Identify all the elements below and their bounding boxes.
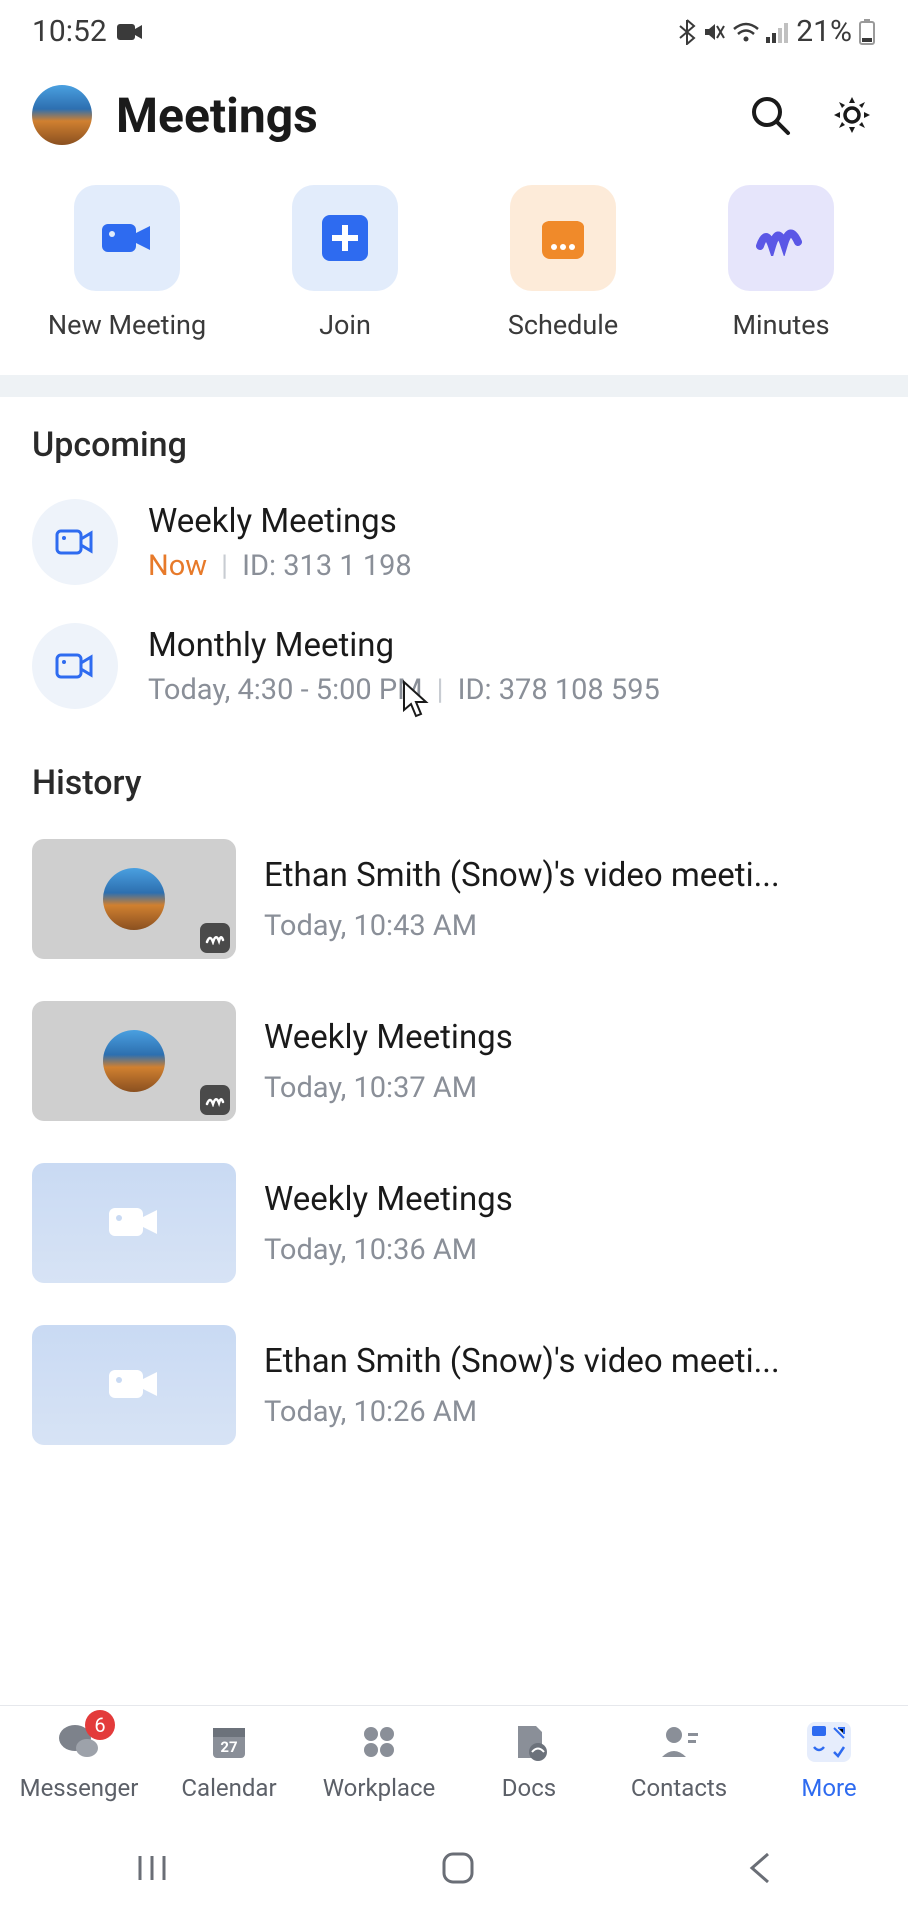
upcoming-section-title: Upcoming <box>0 397 908 487</box>
nav-label: Contacts <box>631 1774 727 1802</box>
history-title: Ethan Smith (Snow)'s video meeti... <box>264 856 876 895</box>
meeting-subtitle: Now | ID: 313 1 198 <box>148 549 412 583</box>
minutes-icon <box>728 185 834 291</box>
nav-label: Messenger <box>20 1774 139 1802</box>
more-apps-icon <box>807 1720 851 1764</box>
calendar-icon <box>510 185 616 291</box>
battery-text: 21% <box>796 14 852 49</box>
meeting-id: ID: 313 1 198 <box>242 549 412 583</box>
status-bar: 10:52 21% <box>0 0 908 57</box>
system-navigation <box>0 1820 908 1920</box>
wifi-icon <box>732 21 760 43</box>
video-camera-icon <box>105 1362 163 1408</box>
nav-calendar[interactable]: 27 Calendar <box>159 1720 299 1802</box>
minutes-badge-icon <box>200 923 230 953</box>
history-item[interactable]: Weekly Meetings Today, 10:36 AM <box>0 1149 908 1311</box>
history-time: Today, 10:37 AM <box>264 1071 876 1105</box>
status-left: 10:52 <box>32 14 143 49</box>
upcoming-text: Monthly Meeting Today, 4:30 - 5:00 PM | … <box>148 626 660 707</box>
minutes-badge-icon <box>200 1085 230 1115</box>
video-camera-outline-icon <box>32 623 118 709</box>
history-time: Today, 10:43 AM <box>264 909 876 943</box>
upcoming-meeting-item[interactable]: Weekly Meetings Now | ID: 313 1 198 <box>0 487 908 611</box>
history-item[interactable]: Ethan Smith (Snow)'s video meeti... Toda… <box>0 1311 908 1473</box>
nav-docs[interactable]: Docs <box>459 1720 599 1802</box>
section-divider <box>0 375 908 397</box>
grid-icon <box>357 1720 401 1764</box>
upcoming-meeting-item[interactable]: Monthly Meeting Today, 4:30 - 5:00 PM | … <box>0 611 908 735</box>
thumbnail-avatar <box>103 868 165 930</box>
nav-messenger[interactable]: 6 Messenger <box>9 1720 149 1802</box>
history-section-title: History <box>0 735 908 825</box>
notification-badge: 6 <box>85 1710 115 1740</box>
nav-more[interactable]: More <box>759 1720 899 1802</box>
new-meeting-button[interactable]: New Meeting <box>42 185 212 341</box>
back-button[interactable] <box>746 1850 774 1890</box>
svg-text:27: 27 <box>220 1738 237 1756</box>
meeting-title: Weekly Meetings <box>148 502 412 541</box>
history-title: Weekly Meetings <box>264 1180 876 1219</box>
history-item[interactable]: Weekly Meetings Today, 10:37 AM <box>0 987 908 1149</box>
meeting-title: Monthly Meeting <box>148 626 660 665</box>
history-thumbnail <box>32 839 236 959</box>
nav-label: More <box>801 1774 856 1802</box>
history-text: Ethan Smith (Snow)'s video meeti... Toda… <box>264 856 876 943</box>
gear-icon[interactable] <box>828 91 876 139</box>
video-camera-icon <box>105 1200 163 1246</box>
plus-icon <box>292 185 398 291</box>
action-label: Join <box>319 309 371 341</box>
mute-icon <box>702 20 726 44</box>
docs-icon <box>507 1720 551 1764</box>
header: Meetings <box>0 57 908 175</box>
bluetooth-icon <box>678 19 696 45</box>
nav-label: Workplace <box>323 1774 436 1802</box>
action-row: New Meeting Join Schedule Minutes <box>0 175 908 375</box>
home-button[interactable] <box>438 1848 478 1892</box>
avatar[interactable] <box>32 85 92 145</box>
meeting-time: Today, 4:30 - 5:00 PM <box>148 673 423 707</box>
history-text: Weekly Meetings Today, 10:36 AM <box>264 1180 876 1267</box>
battery-icon <box>858 18 876 46</box>
status-right: 21% <box>678 14 876 49</box>
separator: | <box>437 673 444 707</box>
history-thumbnail <box>32 1325 236 1445</box>
join-button[interactable]: Join <box>260 185 430 341</box>
action-label: Minutes <box>732 309 829 341</box>
recents-button[interactable] <box>134 1850 170 1890</box>
history-title: Ethan Smith (Snow)'s video meeti... <box>264 1342 876 1381</box>
nav-label: Docs <box>502 1774 556 1802</box>
now-tag: Now <box>148 549 207 583</box>
history-title: Weekly Meetings <box>264 1018 876 1057</box>
history-item[interactable]: Ethan Smith (Snow)'s video meeti... Toda… <box>0 825 908 987</box>
status-time: 10:52 <box>32 14 107 49</box>
history-time: Today, 10:36 AM <box>264 1233 876 1267</box>
thumbnail-avatar <box>103 1030 165 1092</box>
minutes-button[interactable]: Minutes <box>696 185 866 341</box>
nav-label: Calendar <box>181 1774 276 1802</box>
separator: | <box>221 549 228 583</box>
header-actions <box>746 91 876 139</box>
search-icon[interactable] <box>746 91 794 139</box>
history-text: Ethan Smith (Snow)'s video meeti... Toda… <box>264 1342 876 1429</box>
history-text: Weekly Meetings Today, 10:37 AM <box>264 1018 876 1105</box>
history-time: Today, 10:26 AM <box>264 1395 876 1429</box>
history-thumbnail <box>32 1163 236 1283</box>
signal-icon <box>766 21 790 43</box>
video-record-icon <box>117 22 143 42</box>
video-camera-outline-icon <box>32 499 118 585</box>
schedule-button[interactable]: Schedule <box>478 185 648 341</box>
bottom-navigation: 6 Messenger 27 Calendar Workplace Docs C… <box>0 1705 908 1820</box>
upcoming-text: Weekly Meetings Now | ID: 313 1 198 <box>148 502 412 583</box>
nav-workplace[interactable]: Workplace <box>309 1720 449 1802</box>
page-title: Meetings <box>116 87 722 144</box>
calendar-icon: 27 <box>207 1720 251 1764</box>
meeting-subtitle: Today, 4:30 - 5:00 PM | ID: 378 108 595 <box>148 673 660 707</box>
meeting-id: ID: 378 108 595 <box>458 673 660 707</box>
action-label: New Meeting <box>48 309 206 341</box>
nav-contacts[interactable]: Contacts <box>609 1720 749 1802</box>
action-label: Schedule <box>508 309 618 341</box>
contacts-icon <box>657 1720 701 1764</box>
history-thumbnail <box>32 1001 236 1121</box>
video-camera-icon <box>74 185 180 291</box>
